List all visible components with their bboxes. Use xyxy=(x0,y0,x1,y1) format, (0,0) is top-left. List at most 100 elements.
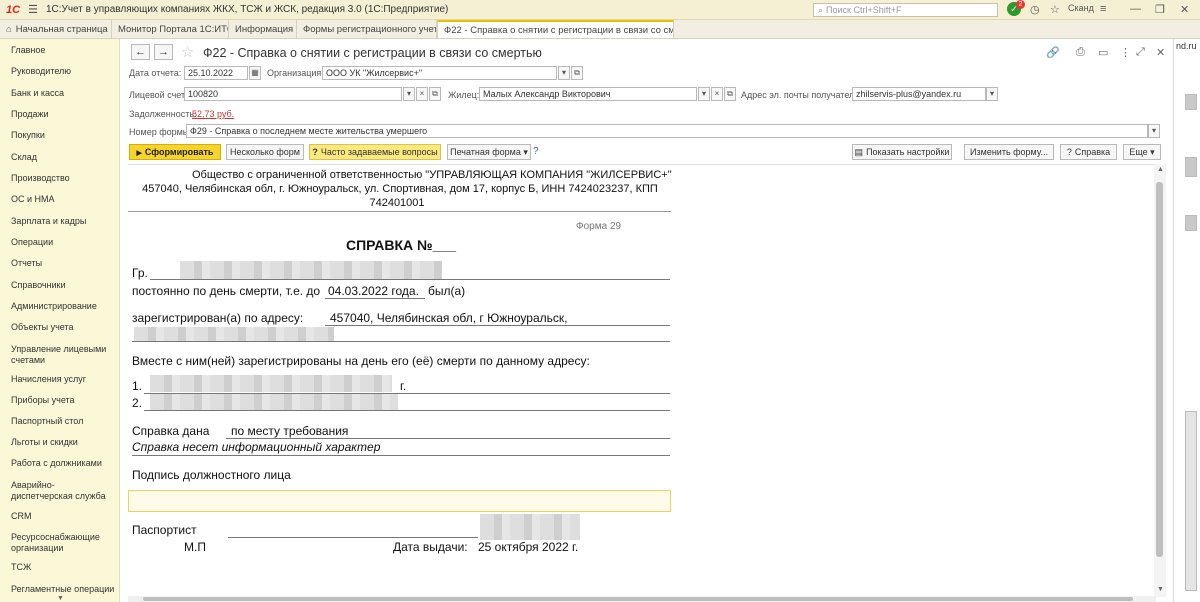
form-number-field[interactable]: Ф29 - Справка о последнем месте жительст… xyxy=(186,124,1148,138)
sidebar-item-dispatch[interactable]: Аварийно-диспетчерская служба xyxy=(11,480,116,502)
sidebar-item-routine[interactable]: Регламентные операции xyxy=(11,584,116,595)
sidebar-item-accounts[interactable]: Управление лицевыми счетами xyxy=(11,344,116,366)
debt-link[interactable]: 52,73 руб. xyxy=(192,109,234,119)
report-date-label: Дата отчета: xyxy=(129,68,182,78)
sidebar-item-main[interactable]: Главное xyxy=(11,45,116,56)
print-form-help-icon[interactable]: ? xyxy=(533,146,539,157)
close-icon[interactable]: ✕ xyxy=(1180,3,1189,16)
tab-registration-forms[interactable]: Формы регистрационного учета xyxy=(297,20,437,38)
selected-cell[interactable] xyxy=(128,490,671,512)
minimize-icon[interactable]: — xyxy=(1130,3,1141,15)
sidebar-item-manager[interactable]: Руководителю xyxy=(11,66,116,77)
sidebar-item-operations[interactable]: Операции xyxy=(11,237,116,248)
tab-label: Ф22 - Справка о снятии с регистрации в с… xyxy=(444,24,673,36)
sidebar-item-hoa[interactable]: ТСЖ xyxy=(11,562,116,573)
favorite-star-icon[interactable]: ☆ xyxy=(181,43,194,61)
maximize-icon[interactable]: ❐ xyxy=(1155,3,1165,16)
tenant-open-icon[interactable]: ⧉ xyxy=(724,87,736,101)
underline xyxy=(325,325,670,326)
sidebar-item-admin[interactable]: Администрирование xyxy=(11,301,116,312)
issue-date: 25 октября 2022 г. xyxy=(478,540,579,554)
right-panel-widget[interactable] xyxy=(1185,215,1197,231)
global-search-input[interactable]: ⌕ Поиск Ctrl+Shift+F xyxy=(813,3,998,17)
right-panel-widget[interactable] xyxy=(1185,157,1197,177)
sidebar-item-debtors[interactable]: Работа с должниками xyxy=(11,458,116,469)
vertical-scroll-thumb[interactable] xyxy=(1156,182,1163,557)
favorites-icon[interactable]: ☆ xyxy=(1050,3,1060,16)
email-dropdown-icon[interactable]: ▾ xyxy=(986,87,998,101)
org-open-icon[interactable]: ⧉ xyxy=(571,66,583,80)
person2-num: 2. xyxy=(132,396,143,410)
expand-icon[interactable]: ⤢ xyxy=(1136,46,1145,59)
show-settings-button[interactable]: ▤ Показать настройки xyxy=(852,144,952,160)
back-button[interactable]: ← xyxy=(131,44,150,60)
sidebar-scroll-down-icon[interactable]: ▼ xyxy=(57,595,64,602)
save-icon[interactable]: ▭ xyxy=(1098,46,1108,59)
close-form-icon[interactable]: ✕ xyxy=(1156,46,1165,59)
more-vertical-icon[interactable]: ⋮ xyxy=(1120,46,1131,59)
sidebar-item-production[interactable]: Производство xyxy=(11,173,116,184)
scroll-down-icon[interactable]: ▼ xyxy=(1157,586,1164,593)
account-dropdown-icon[interactable]: ▾ xyxy=(403,87,415,101)
redacted-officer xyxy=(480,514,580,540)
history-icon[interactable]: ◷ xyxy=(1030,3,1040,16)
tenant-label: Жилец: xyxy=(448,90,480,100)
tenant-field[interactable]: Малых Александр Викторович xyxy=(479,87,697,101)
sidebar-item-discounts[interactable]: Льготы и скидки xyxy=(11,437,116,448)
horizontal-scroll-thumb[interactable] xyxy=(143,597,1133,601)
issued-label: Справка дана xyxy=(132,424,210,438)
sidebar-item-purchases[interactable]: Покупки xyxy=(11,130,116,141)
sidebar-item-resource-orgs[interactable]: Ресурсоснабжающие организации xyxy=(11,532,116,554)
user-name[interactable]: Сканд xyxy=(1068,3,1094,13)
calendar-icon[interactable]: ▦ xyxy=(249,66,261,80)
horizontal-scrollbar[interactable] xyxy=(128,596,1156,602)
print-icon[interactable]: ⎙ xyxy=(1076,46,1085,59)
sidebar-item-crm[interactable]: CRM xyxy=(11,511,116,522)
form-number-dropdown-icon[interactable]: ▾ xyxy=(1148,124,1160,138)
sidebar-item-catalogs[interactable]: Справочники xyxy=(11,280,116,291)
several-forms-button[interactable]: Несколько форм xyxy=(226,144,304,160)
sidebar-item-sales[interactable]: Продажи xyxy=(11,109,116,120)
sidebar-item-objects[interactable]: Объекты учета xyxy=(11,322,116,333)
forward-button[interactable]: → xyxy=(154,44,173,60)
vertical-scrollbar[interactable]: ▲ ▼ xyxy=(1154,164,1166,597)
email-field[interactable]: zhilservis-plus@yandex.ru xyxy=(852,87,986,101)
sidebar-item-salary[interactable]: Зарплата и кадры xyxy=(11,216,116,227)
tab-f22-report[interactable]: Ф22 - Справка о снятии с регистрации в с… xyxy=(437,20,674,38)
link-icon[interactable]: 🔗 xyxy=(1046,46,1060,59)
form-number-label: Номер формы: xyxy=(129,127,192,137)
report-preview[interactable]: Общество с ограниченной ответственностью… xyxy=(128,164,1156,597)
sidebar-item-charges[interactable]: Начисления услуг xyxy=(11,374,116,385)
org-dropdown-icon[interactable]: ▾ xyxy=(558,66,570,80)
settings-icon[interactable]: ≡ xyxy=(1100,3,1106,15)
tenant-dropdown-icon[interactable]: ▾ xyxy=(698,87,710,101)
tab-its-monitor[interactable]: Монитор Портала 1С:ИТС xyxy=(112,20,229,38)
faq-button[interactable]: ? Часто задаваемые вопросы xyxy=(309,144,441,160)
account-clear-icon[interactable]: × xyxy=(416,87,428,101)
sidebar-item-meters[interactable]: Приборы учета xyxy=(11,395,116,406)
report-date-field[interactable]: 25.10.2022 xyxy=(184,66,248,80)
tenant-clear-icon[interactable]: × xyxy=(711,87,723,101)
generate-button[interactable]: ▶ Сформировать xyxy=(129,144,221,160)
change-form-button[interactable]: Изменить форму... xyxy=(964,144,1054,160)
print-form-label: Печатная форма xyxy=(450,147,521,157)
sidebar-item-warehouse[interactable]: Склад xyxy=(11,152,116,163)
tab-home[interactable]: ⌂ Начальная страница xyxy=(0,20,112,38)
right-panel-scrollbar[interactable] xyxy=(1185,411,1197,591)
account-field[interactable]: 100820 xyxy=(184,87,402,101)
sidebar-item-passport[interactable]: Паспортный стол xyxy=(11,416,116,427)
sidebar-item-reports[interactable]: Отчеты xyxy=(11,258,116,269)
menu-icon[interactable]: ☰ xyxy=(28,3,38,16)
print-form-button[interactable]: Печатная форма ▾ xyxy=(447,144,531,160)
report-org-line1: Общество с ограниченной ответственностью… xyxy=(192,169,672,181)
sidebar-item-assets[interactable]: ОС и НМА xyxy=(11,194,116,205)
more-button[interactable]: Еще ▾ xyxy=(1123,144,1161,160)
tab-information[interactable]: Информация xyxy=(229,20,297,38)
sidebar-item-bank[interactable]: Банк и касса xyxy=(11,88,116,99)
scroll-up-icon[interactable]: ▲ xyxy=(1157,166,1164,173)
account-open-icon[interactable]: ⧉ xyxy=(429,87,441,101)
org-field[interactable]: ООО УК "Жилсервис+" xyxy=(322,66,557,80)
right-panel-widget[interactable] xyxy=(1185,94,1197,110)
help-button[interactable]: ? Справка xyxy=(1060,144,1117,160)
issued-value: по месту требования xyxy=(231,424,349,438)
